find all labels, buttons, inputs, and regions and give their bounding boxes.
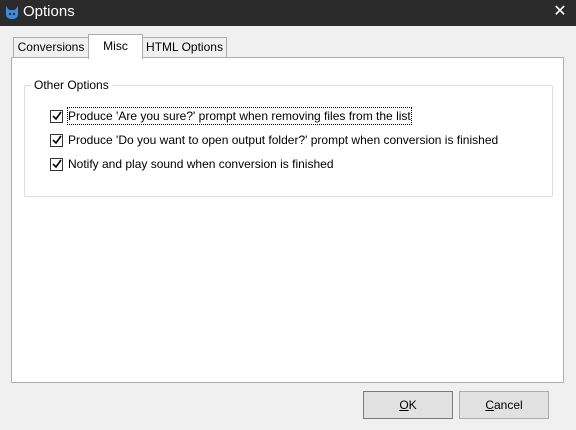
option-label: Produce 'Do you want to open output fold… — [68, 133, 499, 147]
tab-label: Misc — [103, 39, 128, 53]
window-title: Options — [23, 3, 75, 20]
tab-html-options[interactable]: HTML Options — [142, 37, 227, 58]
check-mark-icon — [52, 159, 62, 169]
option-label: Produce 'Are you sure?' prompt when remo… — [67, 107, 412, 125]
app-icon — [6, 6, 18, 19]
option-label: Notify and play sound when conversion is… — [68, 157, 334, 171]
cancel-button[interactable]: Cancel — [459, 391, 549, 419]
tab-label: HTML Options — [146, 40, 223, 54]
check-mark-icon — [52, 111, 62, 121]
cancel-mnemonic: C — [485, 398, 494, 412]
close-icon[interactable]: ✕ — [552, 2, 568, 22]
ok-button[interactable]: OK — [363, 391, 453, 419]
tab-conversions[interactable]: Conversions — [13, 37, 89, 58]
checkbox[interactable] — [50, 158, 63, 171]
misc-tab-panel: Other Options Produce 'Are you sure?' pr… — [11, 57, 564, 383]
other-options-group: Other Options Produce 'Are you sure?' pr… — [24, 78, 553, 197]
group-label: Other Options — [31, 78, 112, 92]
tab-label: Conversions — [17, 40, 85, 54]
check-mark-icon — [52, 135, 62, 145]
checkbox[interactable] — [50, 110, 63, 123]
checkbox[interactable] — [50, 134, 63, 147]
title-bar: Options ✕ — [0, 0, 576, 26]
tab-misc[interactable]: Misc — [88, 34, 143, 59]
ok-label-rest: K — [408, 398, 417, 412]
cancel-label-rest: ancel — [493, 398, 523, 412]
ok-mnemonic: O — [399, 398, 409, 412]
